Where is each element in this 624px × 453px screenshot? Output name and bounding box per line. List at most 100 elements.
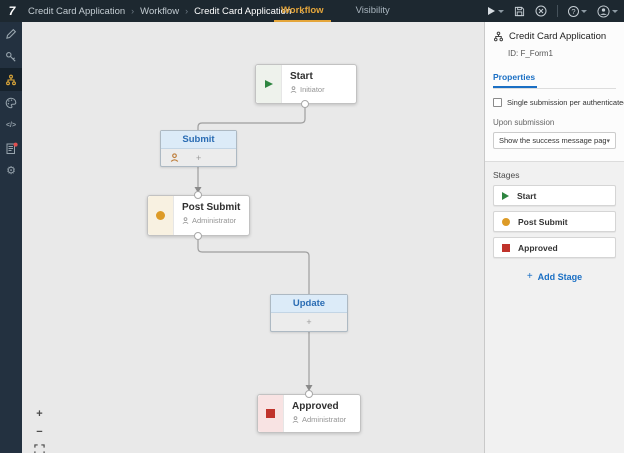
connector-layer — [22, 22, 484, 453]
stages-label: Stages — [493, 170, 616, 180]
person-icon — [290, 86, 297, 93]
connection-handle[interactable] — [194, 232, 202, 240]
panel-title: Credit Card Application — [509, 31, 606, 42]
breadcrumb-app[interactable]: Credit Card Application — [28, 6, 125, 17]
node-assignee: Administrator — [182, 216, 241, 225]
sidebar-item-design[interactable] — [0, 22, 22, 45]
node-title: Approved — [292, 401, 352, 412]
node-approved-strip — [258, 395, 284, 432]
sidebar-item-key[interactable] — [0, 45, 22, 68]
tab-properties[interactable]: Properties — [493, 72, 537, 88]
stage-card-approved[interactable]: Approved — [493, 237, 616, 258]
connection-handle[interactable] — [301, 100, 309, 108]
close-button[interactable] — [535, 5, 547, 17]
connection-handle[interactable] — [194, 191, 202, 199]
person-icon — [182, 217, 189, 224]
breadcrumb-current[interactable]: Credit Card Application — [194, 6, 291, 17]
stage-card-label: Approved — [518, 243, 558, 253]
zoom-in-button[interactable]: + — [32, 406, 47, 421]
node-start-strip — [256, 65, 282, 103]
node-assignee: Initiator — [290, 85, 348, 94]
node-start-body: Start Initiator — [282, 65, 356, 103]
account-button[interactable] — [597, 5, 618, 18]
node-start[interactable]: Start Initiator — [255, 64, 357, 104]
connector-postsubmit-update[interactable] — [198, 236, 309, 294]
workflow-designer-app: 7 Credit Card Application › Workflow › C… — [0, 0, 624, 453]
breadcrumb-separator: › — [185, 6, 188, 16]
workflow-icon — [493, 31, 504, 42]
sidebar-item-code[interactable]: </> — [0, 114, 22, 137]
panel-tabs: Properties — [493, 67, 616, 89]
form-id-value: F_Form1 — [520, 49, 552, 58]
user-avatar-icon — [597, 5, 610, 18]
sidebar-item-theme[interactable] — [0, 91, 22, 114]
zoom-out-button[interactable]: − — [32, 424, 47, 439]
play-icon — [265, 80, 273, 88]
connection-handle[interactable] — [305, 390, 313, 398]
topbar-actions: ? — [486, 0, 618, 22]
plus-icon: + — [527, 271, 533, 282]
node-submit[interactable]: Submit + — [160, 130, 237, 167]
sidebar-item-process[interactable] — [0, 68, 22, 91]
breadcrumb: Credit Card Application › Workflow › Cre… — [28, 6, 306, 17]
node-submit-body: + — [161, 149, 236, 166]
pen-icon — [5, 28, 17, 40]
notification-dot — [13, 143, 17, 147]
help-button[interactable]: ? — [568, 6, 587, 17]
run-button[interactable] — [486, 6, 504, 16]
add-stage-button[interactable]: + Add Stage — [493, 271, 616, 282]
add-tool-icon[interactable]: + — [306, 317, 311, 327]
account-caret-icon — [612, 10, 618, 13]
node-post-submit[interactable]: Post Submit Administrator — [147, 195, 250, 236]
stage-card-start[interactable]: Start — [493, 185, 616, 206]
app-logo[interactable]: 7 — [0, 4, 24, 18]
stage-square-icon — [266, 409, 275, 418]
upon-submission-select[interactable]: Show the success message page ▾ — [493, 132, 616, 149]
node-update[interactable]: Update + — [270, 294, 348, 332]
sidebar-item-form[interactable] — [0, 137, 22, 160]
palette-icon — [5, 97, 17, 109]
workflow-canvas[interactable]: Start Initiator Submit + — [22, 22, 484, 453]
stage-card-post-submit[interactable]: Post Submit — [493, 211, 616, 232]
gear-icon: ⚙ — [6, 166, 16, 177]
panel-header: Credit Card Application ID: F_Form1 Prop… — [485, 22, 624, 89]
properties-panel: Credit Card Application ID: F_Form1 Prop… — [484, 22, 624, 453]
assignee-label: Initiator — [300, 85, 325, 94]
zoom-controls: + − — [32, 406, 47, 453]
connector-start-submit[interactable] — [198, 104, 305, 130]
play-icon — [486, 6, 496, 16]
stage-square-icon — [502, 244, 510, 252]
single-submission-label: Single submission per authenticated user — [507, 98, 624, 107]
tab-visibility[interactable]: Visibility — [353, 0, 393, 22]
upon-submission-label: Upon submission — [493, 118, 616, 127]
node-title: Start — [290, 71, 348, 82]
single-submission-checkbox[interactable] — [493, 98, 502, 107]
participant-icon — [170, 153, 179, 162]
play-icon — [502, 192, 509, 200]
node-post-submit-strip — [148, 196, 174, 235]
fit-view-button[interactable] — [32, 442, 47, 453]
topbar-divider — [557, 5, 558, 17]
stage-dot-icon — [156, 211, 165, 220]
top-bar: 7 Credit Card Application › Workflow › C… — [0, 0, 624, 22]
key-icon — [5, 51, 17, 63]
node-update-body: + — [271, 313, 347, 330]
left-toolbar: </> ⚙ — [0, 22, 22, 453]
node-title: Submit — [161, 131, 236, 149]
save-icon — [514, 6, 525, 17]
node-title: Update — [271, 295, 347, 313]
node-approved[interactable]: Approved Administrator — [257, 394, 361, 433]
stage-card-label: Post Submit — [518, 217, 568, 227]
node-post-submit-body: Post Submit Administrator — [174, 196, 249, 235]
close-circle-icon — [535, 5, 547, 17]
breadcrumb-section[interactable]: Workflow — [140, 6, 179, 17]
add-tool-icon[interactable]: + — [196, 153, 201, 163]
view-tabs: Workflow Visibility — [278, 0, 393, 22]
tab-workflow[interactable]: Workflow — [278, 0, 327, 22]
node-assignee: Administrator — [292, 415, 352, 424]
node-approved-body: Approved Administrator — [284, 395, 360, 432]
code-icon: </> — [6, 122, 16, 129]
save-button[interactable] — [514, 6, 525, 17]
sidebar-item-settings[interactable]: ⚙ — [0, 160, 22, 183]
single-submission-row: Single submission per authenticated user — [493, 98, 616, 107]
